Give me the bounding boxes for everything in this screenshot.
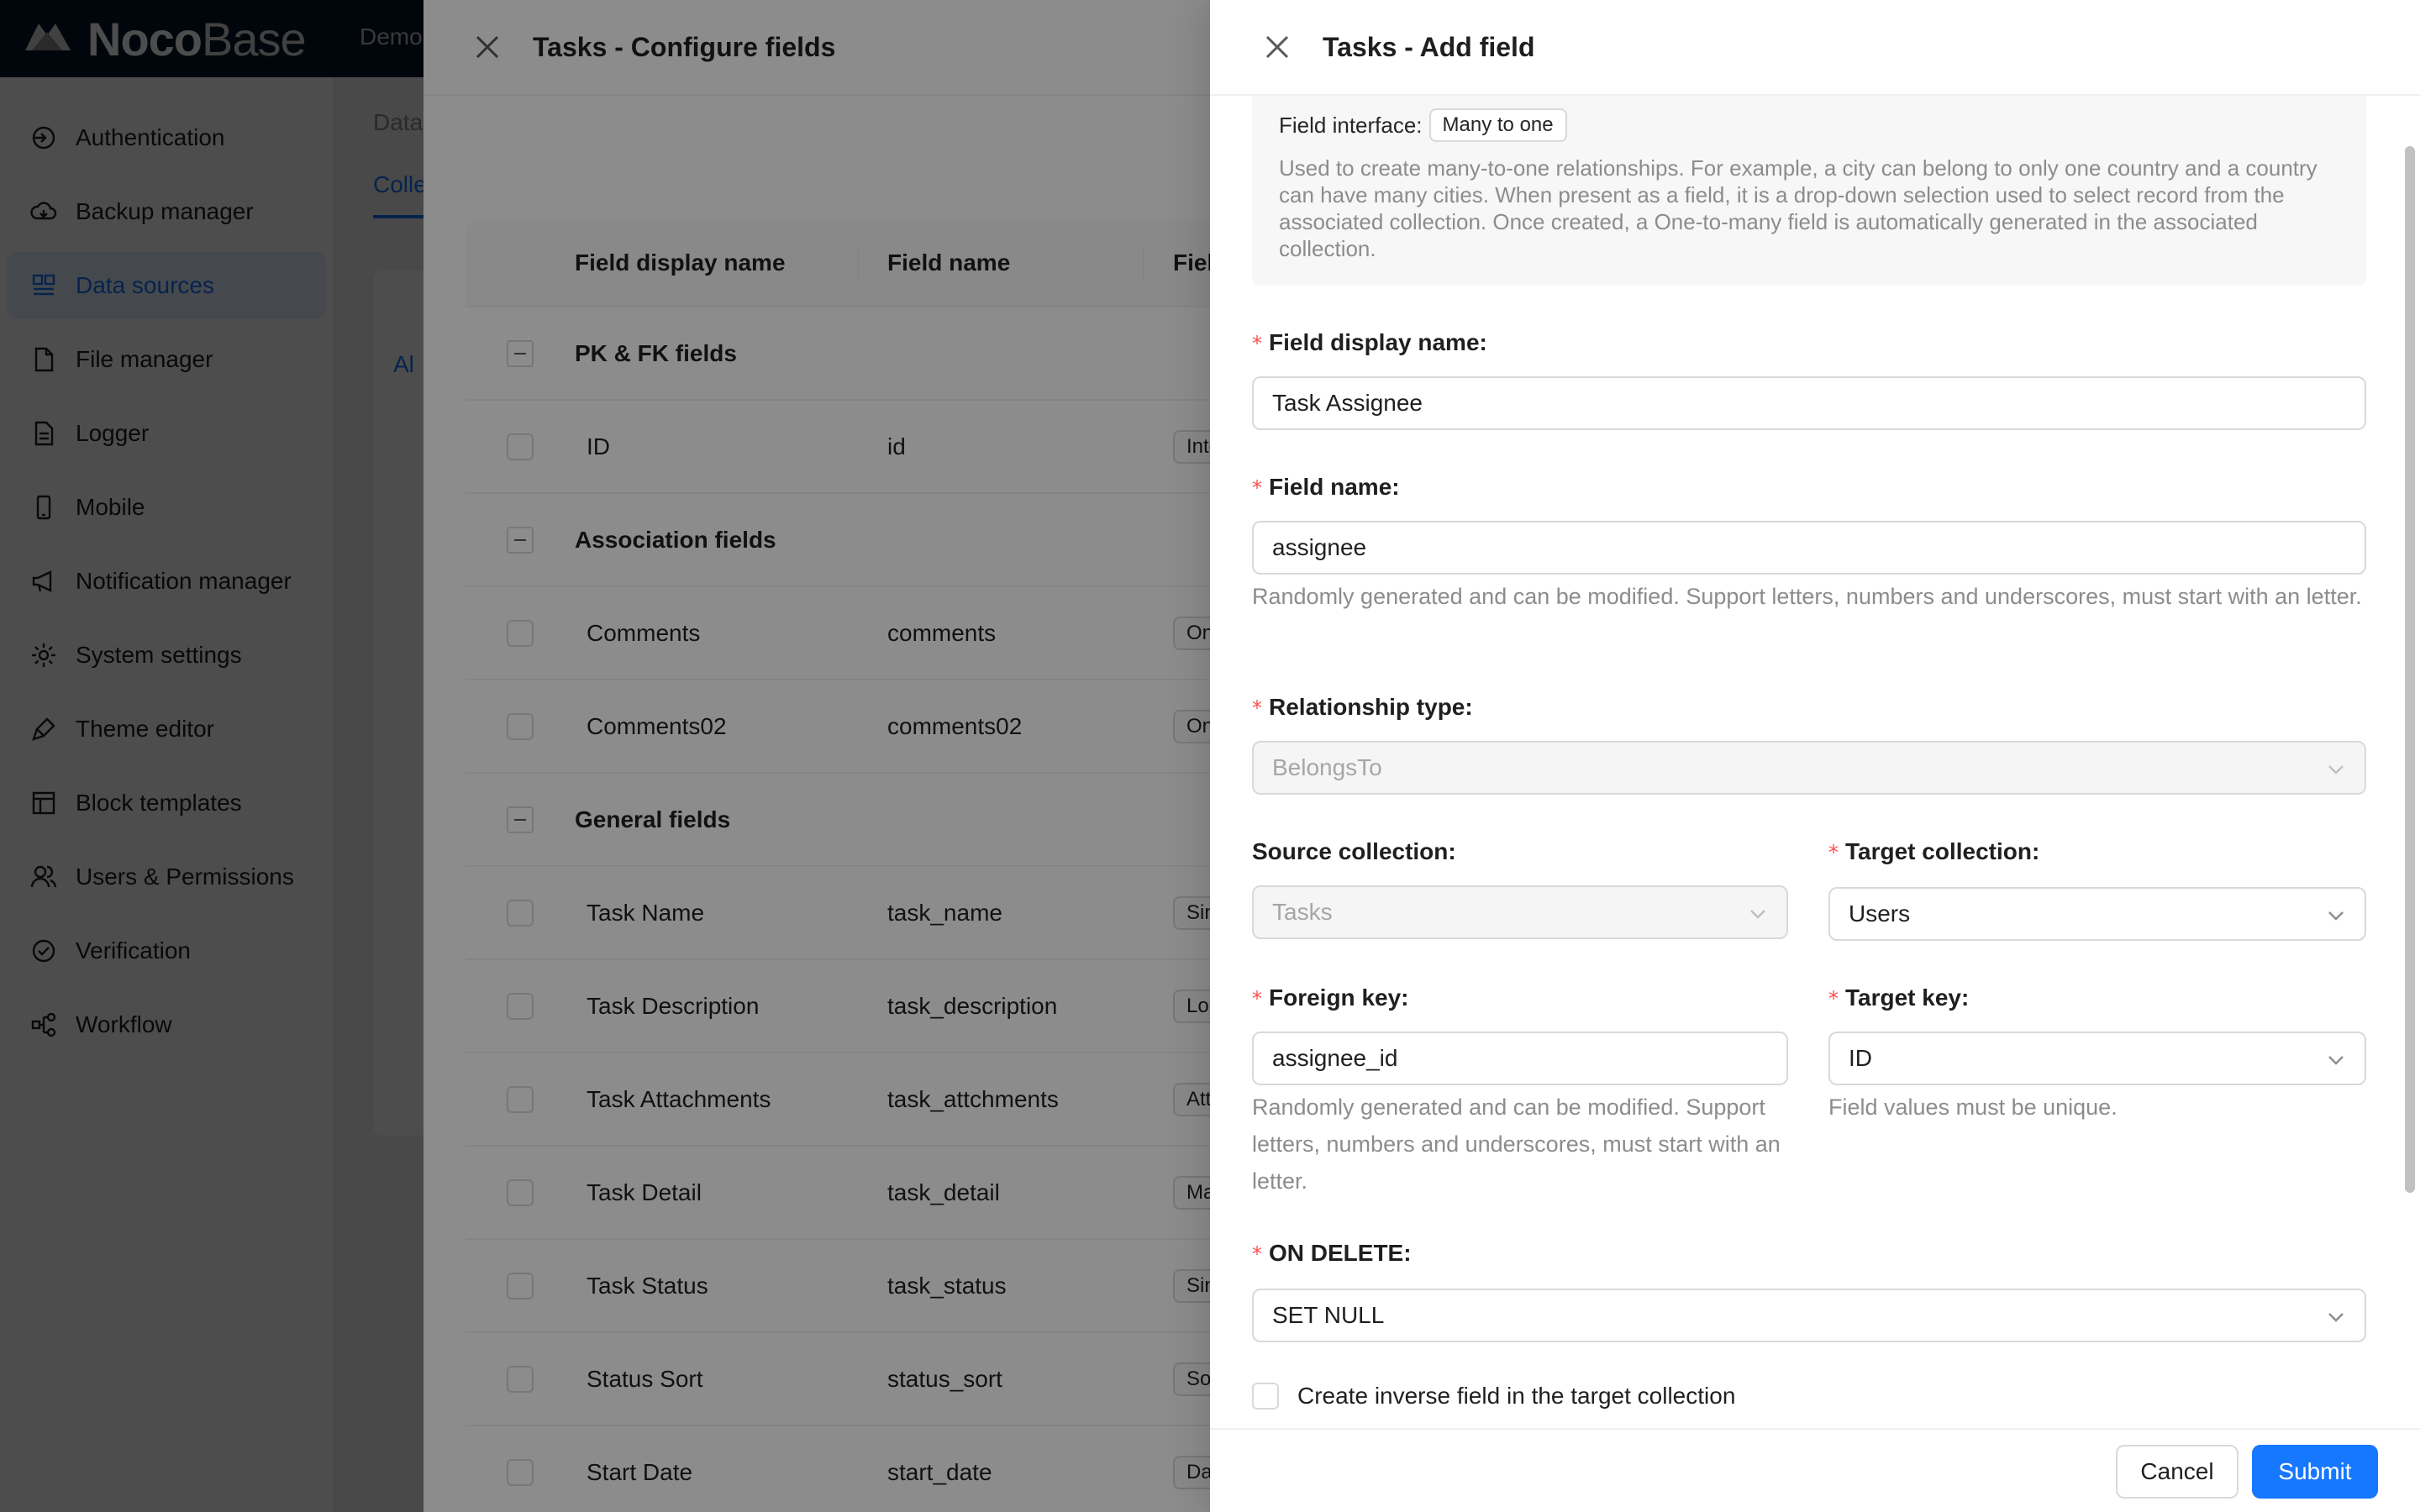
inverse-field-checkbox[interactable]: [1252, 1383, 1279, 1410]
target-collection-value: Users: [1849, 900, 1911, 927]
foreign-key-label: * Foreign key:: [1252, 984, 1409, 1011]
target-key-select[interactable]: ID: [1828, 1032, 2366, 1085]
chevron-down-icon: [2328, 911, 2344, 921]
required-mark: *: [1252, 696, 1262, 720]
required-mark: *: [1252, 476, 1262, 500]
inverse-field-option[interactable]: Create inverse field in the target colle…: [1252, 1383, 1735, 1410]
add-field-drawer: Tasks - Add field Field interface: Many …: [1210, 0, 2420, 1512]
foreign-key-help: Randomly generated and can be modified. …: [1252, 1095, 1781, 1194]
required-mark: *: [1828, 987, 1839, 1011]
required-mark: *: [1252, 1242, 1262, 1266]
drawer-footer: Cancel Submit: [1210, 1428, 2420, 1512]
field-interface-tag: Many to one: [1428, 108, 1567, 142]
chevron-down-icon: [2328, 1056, 2344, 1065]
field-display-name-label: * Field display name:: [1252, 329, 1487, 355]
field-name-input[interactable]: assignee: [1252, 521, 2366, 575]
chevron-down-icon: [2328, 765, 2344, 774]
on-delete-label: * ON DELETE:: [1252, 1240, 1412, 1266]
target-key-value: ID: [1849, 1045, 1872, 1071]
inverse-field-label: Create inverse field in the target colle…: [1297, 1383, 1736, 1409]
field-interface-description: Used to create many-to-one relationships…: [1279, 155, 2317, 261]
close-icon[interactable]: [1260, 30, 1294, 64]
relationship-type-select: BelongsTo: [1252, 741, 2366, 795]
target-key-help: Field values must be unique.: [1828, 1095, 2118, 1120]
required-mark: *: [1252, 332, 1262, 355]
field-name-label: * Field name:: [1252, 474, 1400, 500]
field-display-name-input[interactable]: Task Assignee: [1252, 376, 2366, 430]
required-mark: *: [1828, 841, 1839, 864]
on-delete-select[interactable]: SET NULL: [1252, 1289, 2366, 1342]
required-mark: *: [1252, 987, 1262, 1011]
field-interface-info: Field interface: Many to one Used to cre…: [1252, 96, 2366, 286]
chevron-down-icon: [1750, 910, 1765, 919]
on-delete-value: SET NULL: [1272, 1302, 1385, 1328]
cancel-button[interactable]: Cancel: [2116, 1445, 2238, 1499]
target-collection-select[interactable]: Users: [1828, 887, 2366, 941]
drawer-title: Tasks - Add field: [1323, 31, 1535, 62]
drawer-header: Tasks - Add field: [1210, 0, 2420, 96]
source-collection-select: Tasks: [1252, 885, 1788, 939]
source-collection-label: Source collection:: [1252, 838, 1456, 864]
target-key-label: * Target key:: [1828, 984, 1970, 1011]
chevron-down-icon: [2328, 1313, 2344, 1322]
field-interface-label: Field interface:: [1279, 112, 1423, 138]
submit-button[interactable]: Submit: [2252, 1445, 2378, 1499]
relationship-type-value: BelongsTo: [1272, 754, 1382, 780]
field-name-help: Randomly generated and can be modified. …: [1252, 584, 2362, 609]
target-collection-label: * Target collection:: [1828, 838, 2040, 864]
foreign-key-input[interactable]: assignee_id: [1252, 1032, 1788, 1085]
source-collection-value: Tasks: [1272, 899, 1333, 925]
scrollbar[interactable]: [2405, 146, 2415, 1193]
add-field-form: Field interface: Many to one Used to cre…: [1210, 96, 2420, 1428]
relationship-type-label: * Relationship type:: [1252, 694, 1473, 720]
